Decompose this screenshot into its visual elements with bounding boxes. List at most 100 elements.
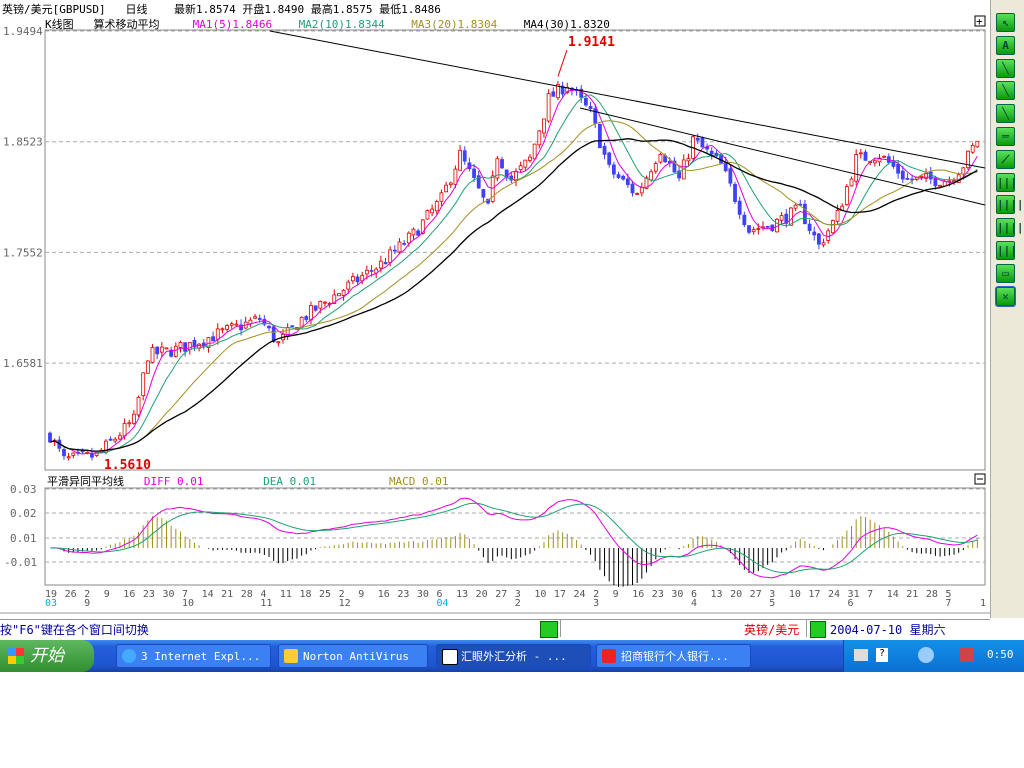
line-tool-button[interactable]: ╲: [996, 58, 1015, 78]
candle-body: [122, 423, 127, 437]
candle-body: [267, 325, 271, 329]
ma1-value: MA1(5)1.8466: [192, 18, 273, 31]
system-tray: ? 0:50: [843, 640, 1024, 672]
network-icon[interactable]: [960, 648, 974, 662]
candle-body: [546, 93, 551, 122]
rectangle-tool-button[interactable]: ▭: [996, 263, 1015, 283]
cycle-line-tool-button[interactable]: |||: [996, 172, 1017, 192]
task-label: Norton AntiVirus: [303, 650, 409, 663]
candle-body: [523, 159, 528, 168]
candle-body: [597, 124, 602, 149]
ma2-line: [49, 94, 978, 454]
candle-body: [528, 156, 532, 161]
chart-app-icon: [442, 649, 458, 665]
period: 日线: [125, 3, 148, 16]
candle-body: [863, 151, 868, 161]
ma3-value: MA3(20)1.8304: [411, 18, 498, 31]
fan-tool-button[interactable]: ⟋: [996, 149, 1015, 169]
candle-body: [108, 438, 113, 441]
date-day-label: 13: [456, 589, 468, 600]
bank-icon: [602, 649, 616, 663]
candle-body: [882, 155, 887, 158]
candle-body: [649, 171, 654, 181]
candle-body: [430, 208, 435, 214]
keyboard-icon[interactable]: [540, 621, 558, 638]
macd-title: 平滑异同平均线: [47, 475, 124, 488]
date-day-label: 24: [574, 589, 586, 600]
task-internet-explorer[interactable]: 3 Internet Expl...: [116, 644, 271, 668]
candle-body: [542, 118, 546, 134]
task-forex-analysis[interactable]: 汇眼外汇分析 - ...: [436, 644, 591, 668]
period-line-tool-button[interactable]: ||||: [996, 218, 1024, 238]
candle-body: [118, 435, 122, 440]
price-pane-frame: [44, 29, 986, 471]
candle-body: [350, 276, 355, 282]
date-day-label: 21: [221, 589, 233, 600]
candle-body: [313, 305, 318, 311]
parallel-line-tool-button[interactable]: ╲: [996, 81, 1015, 101]
date-day-label: 13: [711, 589, 723, 600]
candle-body: [150, 347, 155, 363]
candle-body: [215, 328, 220, 340]
candle-body: [453, 168, 458, 185]
date-month-label: 12: [339, 598, 351, 609]
norton-icon: [284, 649, 298, 663]
candle-body: [854, 154, 859, 182]
status-bar: 按"F6"键在各个窗口间切换 英镑/美元 2004-07-10 星期六 00:5…: [0, 619, 990, 652]
task-label: 3 Internet Expl...: [141, 650, 261, 663]
candle-body: [807, 223, 812, 231]
lightbulb-icon[interactable]: [810, 621, 826, 638]
task-cmb-bank[interactable]: 招商银行个人银行...: [596, 644, 751, 668]
task-label: 招商银行个人银行...: [621, 650, 729, 663]
indicator-header: K线图 算术移动平均 MA1(5)1.8466 MA2(10)1.8344 MA…: [45, 16, 610, 32]
candle-body: [178, 342, 183, 348]
gann-tool-button[interactable]: |||: [996, 241, 1017, 260]
pointer-tool-button[interactable]: ↖: [996, 13, 1015, 32]
candle-body: [844, 186, 849, 206]
candle-body: [630, 183, 635, 194]
date-day-label: 28: [241, 589, 253, 600]
fibonacci-tool-button[interactable]: ||||: [996, 195, 1024, 215]
candle-body: [229, 323, 234, 326]
candle-body: [411, 228, 416, 236]
help-icon[interactable]: ?: [876, 648, 888, 662]
candle-body: [173, 345, 178, 357]
candle-body: [812, 231, 817, 236]
candle-body: [346, 281, 351, 290]
candle-body: [136, 396, 141, 416]
chart-area[interactable]: 1.9494 1.8523 1.7552 1.6581 0.03 0.02 0.01 -0.0…: [0, 0, 990, 618]
date-day-label: 7: [867, 589, 873, 600]
min-price-label: 1.5610: [104, 458, 151, 473]
candle-body: [709, 150, 714, 155]
candle-body: [602, 145, 607, 155]
candle-body: [621, 175, 626, 180]
candle-body: [970, 144, 975, 153]
latest: 最新1.8574: [173, 3, 236, 16]
date-day-label: 20: [730, 589, 742, 600]
macd-axis-label: -0.01: [4, 556, 37, 569]
ma4-value: MA4(30)1.8320: [523, 18, 610, 31]
keyboard-tray-icon[interactable]: [854, 649, 868, 661]
candle-body: [905, 177, 910, 180]
candle-body: [858, 152, 863, 155]
drawing-toolbar: ↖ A ╲ ╲ ╲ ═ ⟋ ||| |||| |||| ||| ▭ ✕: [990, 0, 1024, 618]
candle-body: [378, 260, 383, 269]
candle-body: [817, 233, 821, 245]
candle-body: [62, 449, 66, 457]
task-norton[interactable]: Norton AntiVirus: [278, 644, 428, 668]
show-hidden-icons-button[interactable]: [918, 647, 934, 663]
trendline-upper[interactable]: [269, 30, 986, 169]
date-day-label: 16: [378, 589, 390, 600]
start-button[interactable]: 开始: [0, 640, 94, 672]
candle-body: [803, 203, 807, 225]
date-day-label: 14: [887, 589, 899, 600]
date-day-label: 9: [104, 589, 110, 600]
candle-body: [276, 341, 281, 344]
candle-body: [364, 269, 369, 275]
delete-tool-button[interactable]: ✕: [995, 285, 1016, 307]
instrument: 英镑/美元[GBPUSD]: [2, 3, 106, 16]
ray-tool-button[interactable]: ╲: [996, 104, 1015, 124]
horizontal-line-tool-button[interactable]: ═: [996, 127, 1015, 146]
text-tool-button[interactable]: A: [996, 35, 1015, 55]
candle-body: [756, 228, 761, 230]
